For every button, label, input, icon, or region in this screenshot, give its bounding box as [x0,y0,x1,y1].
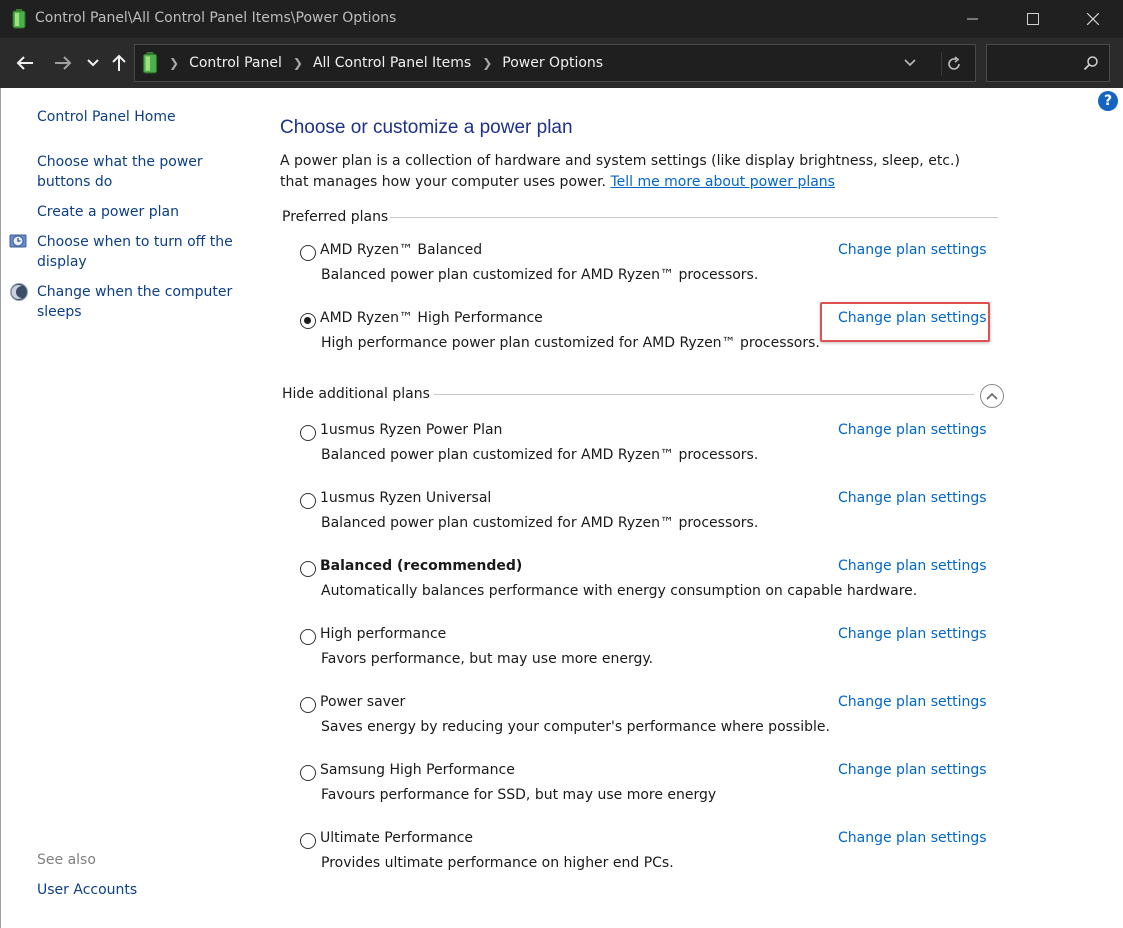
plan-description: Favours performance for SSD, but may use… [321,787,717,803]
plan-name[interactable]: 1usmus Ryzen Universal [320,490,491,506]
plan-radio-balanced[interactable] [300,561,316,577]
plan-radio-power-saver[interactable] [300,697,316,713]
help-icon[interactable]: ? [1098,91,1118,111]
sidebar-display-off-link[interactable]: Choose when to turn off the display [37,232,237,272]
plan-name[interactable]: AMD Ryzen™ High Performance [320,310,543,326]
change-plan-settings-link[interactable]: Change plan settings [838,558,987,574]
chevron-up-icon [986,392,998,400]
hide-additional-plans-header[interactable]: Hide additional plans [282,386,430,402]
plan-description: Automatically balances performance with … [321,583,918,599]
battery-icon [12,9,26,29]
tell-me-more-link[interactable]: Tell me more about power plans [610,174,835,190]
address-bar[interactable]: ❯ Control Panel ❯ All Control Panel Item… [134,44,976,82]
sidebar-control-panel-home[interactable]: Control Panel Home [37,107,237,127]
search-box[interactable] [986,44,1110,82]
preferred-plans-header: Preferred plans [282,209,389,225]
plan-description: Favors performance, but may use more ene… [321,651,654,667]
refresh-icon [947,56,960,70]
breadcrumb-control-panel[interactable]: Control Panel [189,55,282,71]
chevron-down-icon [87,59,99,67]
maximize-button[interactable] [1010,0,1056,38]
plan-name[interactable]: Ultimate Performance [320,830,473,846]
arrow-left-icon [16,56,33,70]
minimize-button[interactable] [950,0,996,38]
plan-radio-amd-high-performance[interactable] [300,313,316,329]
chevron-right-icon[interactable]: ❯ [482,56,492,70]
change-plan-settings-link[interactable]: Change plan settings [838,242,987,258]
divider [390,217,998,218]
arrow-right-icon [55,56,72,70]
user-accounts-link[interactable]: User Accounts [37,882,137,898]
change-plan-settings-link[interactable]: Change plan settings [838,830,987,846]
moon-sleep-icon [10,283,28,301]
plan-name[interactable]: 1usmus Ryzen Power Plan [320,422,502,438]
plan-name[interactable]: High performance [320,626,446,642]
breadcrumb-all-items[interactable]: All Control Panel Items [313,55,471,71]
chevron-right-icon[interactable]: ❯ [169,56,179,70]
plan-description: Balanced power plan customized for AMD R… [321,515,759,531]
maximize-icon [1027,13,1039,25]
search-input[interactable] [987,45,1079,81]
window-title: Control Panel\All Control Panel Items\Po… [35,10,397,26]
divider [434,394,974,395]
plan-description: High performance power plan customized f… [321,335,820,351]
plan-description: Provides ultimate performance on higher … [321,855,674,871]
back-button[interactable] [12,50,38,76]
plan-radio-amd-balanced[interactable] [300,245,316,261]
plan-radio-high-performance[interactable] [300,629,316,645]
intro-text: A power plan is a collection of hardware… [280,151,980,193]
plan-radio-1usmus-power-plan[interactable] [300,425,316,441]
plan-name[interactable]: Balanced (recommended) [320,558,522,574]
up-button[interactable] [108,50,130,76]
title-bar: Control Panel\All Control Panel Items\Po… [0,0,1123,38]
search-icon[interactable] [1083,55,1099,71]
change-plan-settings-link[interactable]: Change plan settings [838,694,987,710]
highlight-box [820,302,990,342]
plan-radio-samsung-high-performance[interactable] [300,765,316,781]
change-plan-settings-link[interactable]: Change plan settings [838,762,987,778]
arrow-up-icon [112,54,126,71]
address-dropdown-button[interactable] [901,54,919,72]
chevron-right-icon[interactable]: ❯ [293,56,303,70]
refresh-button[interactable] [941,52,965,76]
plan-description: Balanced power plan customized for AMD R… [321,447,759,463]
see-also-label: See also [37,852,96,868]
sidebar-create-plan-link[interactable]: Create a power plan [37,202,237,222]
breadcrumb-power-options[interactable]: Power Options [502,55,603,71]
plan-radio-1usmus-universal[interactable] [300,493,316,509]
plan-name[interactable]: Samsung High Performance [320,762,515,778]
sidebar-sleep-link[interactable]: Change when the computer sleeps [37,282,237,322]
change-plan-settings-link[interactable]: Change plan settings [838,422,987,438]
plan-description: Balanced power plan customized for AMD R… [321,267,759,283]
minimize-icon [967,18,978,20]
forward-button[interactable] [50,50,76,76]
close-icon [1087,13,1099,25]
chevron-down-icon [904,59,916,67]
plan-description: Saves energy by reducing your computer's… [321,719,830,735]
page-title: Choose or customize a power plan [280,117,573,138]
change-plan-settings-link[interactable]: Change plan settings [838,626,987,642]
display-clock-icon [9,234,27,248]
change-plan-settings-link[interactable]: Change plan settings [838,490,987,506]
plan-radio-ultimate-performance[interactable] [300,833,316,849]
plan-name[interactable]: Power saver [320,694,405,710]
navigation-bar: ❯ Control Panel ❯ All Control Panel Item… [0,38,1123,88]
battery-icon [142,52,158,74]
close-button[interactable] [1070,0,1116,38]
sidebar-power-buttons-link[interactable]: Choose what the power buttons do [37,152,217,192]
collapse-button[interactable] [980,384,1004,408]
recent-locations-button[interactable] [84,50,102,76]
plan-name[interactable]: AMD Ryzen™ Balanced [320,242,482,258]
